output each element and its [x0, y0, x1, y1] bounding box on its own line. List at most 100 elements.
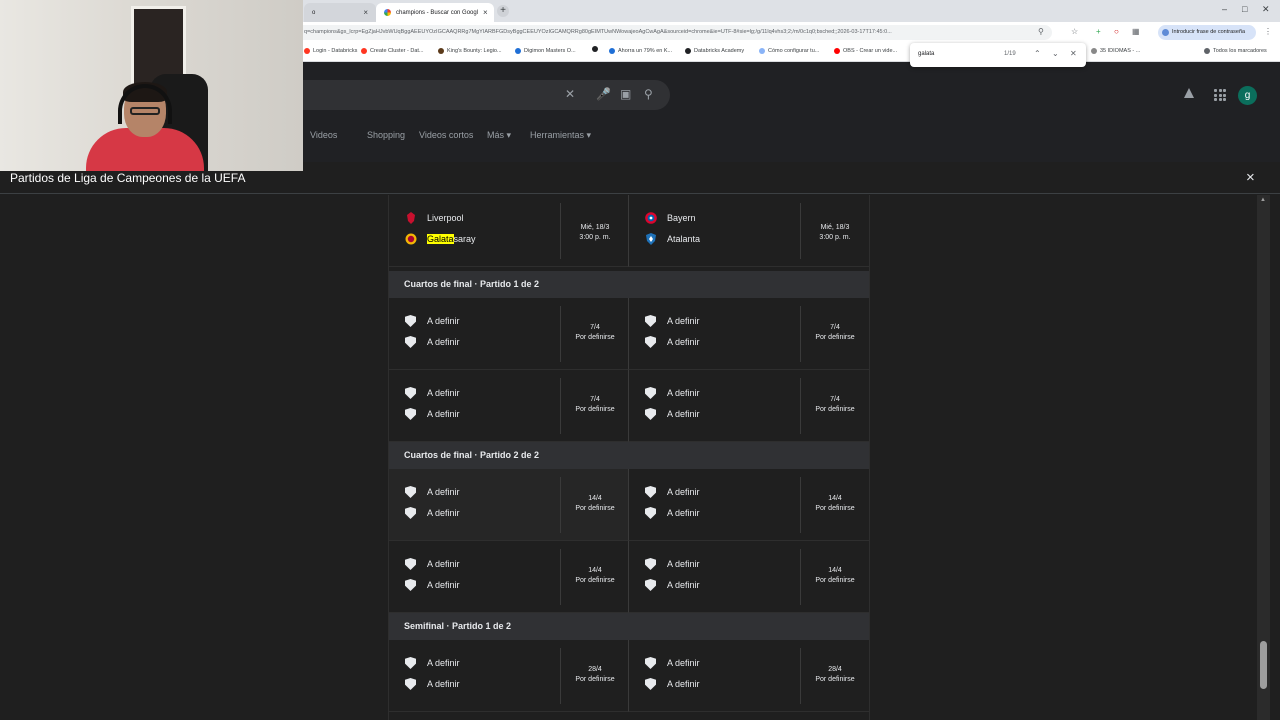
team-name: A definir: [427, 409, 460, 419]
team-row: A definir: [645, 335, 700, 349]
team-row: A definir: [645, 557, 700, 571]
shield-icon: [405, 486, 416, 498]
dialog-close-icon[interactable]: ×: [1246, 170, 1255, 185]
match-card[interactable]: Liverpool Galatasaray Mié, 18/3 3:00 p. …: [389, 195, 629, 267]
match-card[interactable]: A definir A definir 14/4 Por definirse: [629, 469, 869, 541]
match-card[interactable]: A definir A definir 14/4 Por definirse: [389, 541, 629, 613]
team-row: A definir: [405, 314, 460, 328]
match-status: Por definirse: [575, 406, 615, 413]
shield-icon: [405, 408, 416, 420]
microphone-icon[interactable]: 🎤: [596, 87, 611, 101]
match-card[interactable]: A definir A definir 7/4 Por definirse: [629, 298, 869, 370]
team-name: A definir: [427, 316, 460, 326]
match-status: Por definirse: [815, 577, 855, 584]
menu-kebab-icon[interactable]: ⋮: [1264, 27, 1272, 37]
bookmark-item[interactable]: Cómo configurar tu...: [759, 46, 819, 56]
nav-more[interactable]: Más ▾: [487, 130, 511, 141]
scroll-up-icon[interactable]: ▲: [1260, 197, 1266, 203]
match-status: Por definirse: [815, 676, 855, 683]
match-date: 28/4: [828, 666, 842, 673]
extension-plus-icon[interactable]: +: [1096, 27, 1101, 37]
bookmark-favicon-icon: [361, 48, 367, 54]
bookmark-item[interactable]: Ahorra un 79% en K...: [609, 46, 672, 56]
team-name: A definir: [667, 679, 700, 689]
team-row: Liverpool: [405, 211, 464, 225]
team-name: A definir: [427, 388, 460, 398]
shield-icon: [645, 387, 656, 399]
match-date: 14/4: [828, 495, 842, 502]
shield-icon: [405, 315, 416, 327]
new-tab-button[interactable]: +: [497, 5, 509, 17]
shield-icon: [405, 558, 416, 570]
search-box[interactable]: ✕ 🎤 ▣ ⚲: [290, 80, 670, 110]
scrollbar-thumb[interactable]: [1260, 641, 1267, 689]
find-input[interactable]: galata: [918, 51, 934, 57]
match-card[interactable]: A definir A definir 28/4 Por definirse: [629, 640, 869, 712]
bookmark-item[interactable]: OBS - Crear un vide...: [834, 46, 897, 56]
bookmark-favicon-icon: [609, 48, 615, 54]
bookmark-item[interactable]: Create Cluster - Dat...: [361, 46, 424, 56]
match-card[interactable]: A definir A definir 14/4 Por definirse: [389, 469, 629, 541]
team-row: A definir: [405, 557, 460, 571]
address-bar[interactable]: q=champions&gs_lcrp=EgZjaHJvbWUqBggAEEUY…: [296, 25, 1052, 40]
maximize-icon[interactable]: □: [1242, 4, 1247, 14]
bookmark-item[interactable]: Login - Databricks: [304, 46, 357, 56]
matches-dialog: Partidos de Liga de Campeones de la UEFA…: [0, 162, 1280, 720]
team-row: A definir: [645, 677, 700, 691]
nav-tools[interactable]: Herramientas ▾: [530, 130, 591, 141]
password-manager-pill[interactable]: Introducir frase de contraseña: [1158, 25, 1256, 40]
team-name: A definir: [427, 679, 460, 689]
bookmark-label: Digimon Masters O...: [524, 48, 576, 54]
match-status: Por definirse: [815, 406, 855, 413]
match-status: Por definirse: [815, 505, 855, 512]
find-prev-icon[interactable]: ⌃: [1034, 49, 1041, 58]
team-name: A definir: [427, 559, 460, 569]
browser-tab-active[interactable]: champions - Buscar con Googl ×: [376, 3, 494, 22]
match-card[interactable]: A definir A definir 7/4 Por definirse: [389, 298, 629, 370]
google-apps-icon[interactable]: [1214, 89, 1226, 101]
match-time: 3:00 p. m.: [579, 234, 611, 241]
lens-icon[interactable]: ▣: [620, 87, 631, 101]
clear-search-icon[interactable]: ✕: [565, 87, 575, 101]
bookmark-star-icon[interactable]: ☆: [1071, 27, 1078, 37]
opera-icon[interactable]: ○: [1114, 27, 1119, 37]
shield-icon: [645, 408, 656, 420]
nav-shopping[interactable]: Shopping: [367, 130, 405, 140]
avatar[interactable]: g: [1238, 86, 1257, 105]
liverpool-crest-icon: [407, 212, 415, 224]
match-card[interactable]: A definir A definir 7/4 Por definirse: [389, 370, 629, 442]
browser-tab-1[interactable]: o ×: [304, 3, 376, 22]
bookmark-item[interactable]: King's Bounty: Legio...: [438, 46, 502, 56]
match-card[interactable]: A definir A definir 28/4 Por definirse: [389, 640, 629, 712]
team-name: A definir: [427, 337, 460, 347]
bookmark-item[interactable]: Digimon Masters O...: [515, 46, 576, 56]
find-close-icon[interactable]: ✕: [1070, 49, 1077, 58]
minimize-icon[interactable]: –: [1222, 4, 1227, 14]
dialog-scrollbar[interactable]: ▲: [1257, 195, 1270, 720]
bookmark-label: Create Cluster - Dat...: [370, 48, 424, 54]
tab-close-icon[interactable]: ×: [483, 8, 488, 17]
match-card[interactable]: A definir A definir 7/4 Por definirse: [629, 370, 869, 442]
bookmark-item[interactable]: Todos los marcadores: [1204, 46, 1267, 56]
zoom-icon[interactable]: ⚲: [1038, 27, 1044, 37]
find-next-icon[interactable]: ⌄: [1052, 49, 1059, 58]
bookmark-item[interactable]: [592, 46, 601, 52]
window-close-icon[interactable]: ✕: [1262, 4, 1270, 15]
match-card[interactable]: A definir A definir 14/4 Por definirse: [629, 541, 869, 613]
match-card[interactable]: Bayern Atalanta Mié, 18/3 3:00 p. m.: [629, 195, 869, 267]
nav-short-videos[interactable]: Videos cortos: [419, 130, 473, 140]
team-row: A definir: [405, 386, 460, 400]
bookmark-item[interactable]: Databricks Academy: [685, 46, 744, 56]
team-row: A definir: [405, 656, 460, 670]
match-time: 3:00 p. m.: [819, 234, 851, 241]
bookmark-label: Todos los marcadores: [1213, 48, 1267, 54]
bookmark-item[interactable]: 35 IDIOMAS - ...: [1091, 46, 1140, 56]
nav-videos[interactable]: Videos: [310, 130, 337, 140]
extensions-icon[interactable]: ▦: [1132, 27, 1140, 37]
team-name: Galatasaray: [427, 234, 476, 244]
match-date: 28/4: [588, 666, 602, 673]
tab-close-icon[interactable]: ×: [363, 8, 368, 17]
search-icon[interactable]: ⚲: [644, 87, 653, 101]
labs-flask-icon[interactable]: [1184, 88, 1194, 98]
match-date: 14/4: [588, 495, 602, 502]
